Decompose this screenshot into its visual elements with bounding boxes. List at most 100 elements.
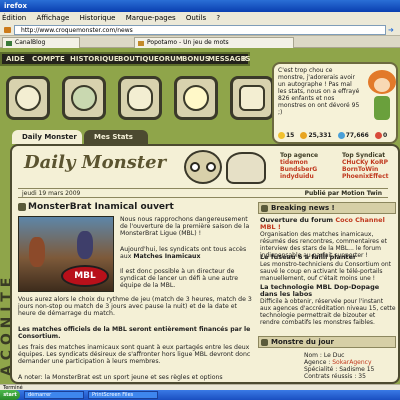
site-nav-historique[interactable]: HISTORIQUE <box>70 54 119 64</box>
article-paragraph: Nous nous rapprochons dangereusement de … <box>120 216 250 237</box>
avatar-body <box>374 96 390 120</box>
menu-tools[interactable]: Outils <box>186 14 206 22</box>
mbl-logo: MBL <box>61 265 109 287</box>
site-nav-compte[interactable]: COMPTE <box>32 54 65 64</box>
player-figure <box>29 237 45 267</box>
site-nav-forum[interactable]: FORUM <box>154 54 183 64</box>
article-paragraph: Les matches officiels de la MBL seront e… <box>18 326 251 340</box>
news-item: Le fuseau 6 a failli planter Les monstro… <box>260 253 396 283</box>
main-icon-row <box>0 70 280 130</box>
top-agence-name[interactable]: tidemon <box>280 159 340 166</box>
field-label: Agence : <box>304 359 331 366</box>
monster-mascot-icon <box>226 152 266 184</box>
menu-bookmarks[interactable]: Marque-pages <box>126 14 176 22</box>
menu-history[interactable]: Historique <box>80 14 116 22</box>
address-bar[interactable]: http://www.croquemonster.com/news <box>14 25 386 35</box>
news-title: Ouverture du forum Coco Channel MBL ! <box>260 217 396 231</box>
monster-face-icon <box>127 85 153 111</box>
news-item: La technologie MBL Dop-Dopage dans les l… <box>260 283 396 327</box>
monster-field: Spécialité : Sadisme 15 <box>304 366 396 373</box>
newspaper-title: Daily Monster <box>24 152 167 173</box>
start-button[interactable]: start <box>0 390 20 400</box>
top-agence: Top agence tidemon BundsberG indyduidu <box>280 152 340 180</box>
article-paragraph: Il est donc possible à un directeur de s… <box>120 268 239 289</box>
go-arrow-icon[interactable]: ➜ <box>388 26 394 34</box>
bubble-text: C'est trop chou ce monstre, j'adorerais … <box>278 67 360 116</box>
field-label: Spécialité : <box>304 366 338 373</box>
top-syndicat: Top Syndicat CHuCKy KoRP BornToWin Phoen… <box>342 152 398 180</box>
article-title-text: MonsterBrat Inamical ouvert <box>28 202 174 212</box>
tab-favicon-icon <box>6 41 12 46</box>
top-syndicat-name[interactable]: BornToWin <box>342 166 398 173</box>
globe-icon <box>71 85 97 111</box>
site-nav-bar: AIDE COMPTE HISTORIQUE BOUTIQUE FORUM BO… <box>0 52 251 66</box>
bullet-hex-icon <box>261 339 268 346</box>
world-map-icon[interactable] <box>62 76 106 120</box>
bullet-hex-icon <box>261 205 268 212</box>
monster-field: Contrats réussis : 35 <box>304 373 396 380</box>
site-nav-bonus[interactable]: BONUS <box>182 54 210 64</box>
monster-field: Agence : SokarAgency <box>304 359 396 366</box>
top-agence-name[interactable]: indyduidu <box>280 173 340 180</box>
field-value: 35 <box>358 373 366 380</box>
breaking-news-header: Breaking news ! <box>258 202 396 214</box>
navigation-toolbar: http://www.croquemonster.com/news ➜ <box>0 24 400 36</box>
tab-daily-monster[interactable]: Daily Monster <box>12 130 82 144</box>
browser-tab-popotamo[interactable]: Popotamo - Un jeu de mots <box>134 37 294 48</box>
article-paragraph: Aujourd'hui, les syndicats ont tous accè… <box>120 246 252 260</box>
monster-team-icon[interactable] <box>118 76 162 120</box>
taskbar: start démarrer PrintScreen Files <box>0 390 400 400</box>
browser-tab-canalblog[interactable]: CanalBlog <box>2 37 80 48</box>
masthead: Daily Monster <box>18 150 274 186</box>
site-nav-close[interactable]: X <box>242 54 247 64</box>
browser-tab-bar: CanalBlog Popotamo - Un jeu de mots <box>0 36 400 48</box>
top-syndicat-name[interactable]: PhoenixEffect <box>342 173 398 180</box>
monster-field: Nom : Le Duc <box>304 352 396 359</box>
menu-bar: Édition Affichage Historique Marque-page… <box>0 12 400 24</box>
newspaper-panel: Daily Monster Top agence tidemon Bundsbe… <box>10 144 400 384</box>
article-bold: Matches Inamicaux <box>133 253 201 260</box>
article-title: MonsterBrat Inamical ouvert <box>18 202 252 212</box>
tab-mes-stats[interactable]: Mes Stats <box>84 130 148 144</box>
syndicate-icon[interactable] <box>230 76 274 120</box>
bullet-hex-icon <box>18 202 26 211</box>
top-agence-heading: Top agence <box>280 152 319 159</box>
monster-of-day-details: Nom : Le Duc Agence : SokarAgency Spécia… <box>260 352 396 380</box>
main-article: MonsterBrat Inamical ouvert MBL Nous nou… <box>18 202 252 382</box>
monster-agency-icon[interactable] <box>6 76 50 120</box>
menu-view[interactable]: Affichage <box>36 14 69 22</box>
top-syndicat-heading: Top Syndicat <box>342 152 386 159</box>
article-image: MBL <box>18 216 114 292</box>
field-value: Le Duc <box>323 352 345 359</box>
taskbar-item-firefox[interactable]: démarrer <box>24 391 84 399</box>
window-title-bar: irefox <box>0 0 400 12</box>
section-tabs: Daily Monster Mes Stats <box>12 130 392 144</box>
field-value: Sadisme 15 <box>339 366 375 373</box>
site-nav-aide[interactable]: AIDE <box>6 54 25 64</box>
menu-help[interactable]: ? <box>216 14 220 22</box>
top-agence-name[interactable]: BundsberG <box>280 166 340 173</box>
news-title: La technologie MBL Dop-Dopage dans les l… <box>260 283 380 298</box>
croquemonster-logo-icon <box>184 150 222 184</box>
site-nav-boutique[interactable]: BOUTIQUE <box>118 54 159 64</box>
article-paragraph: A noter: la MonsterBrat est un sport jeu… <box>18 374 223 381</box>
taskbar-item-printscreen[interactable]: PrintScreen Files <box>88 391 158 399</box>
field-label: Contrats réussis : <box>304 373 357 380</box>
breaking-news-heading: Breaking news ! <box>271 204 335 212</box>
monster-of-day-heading: Monstre du jour <box>271 338 334 346</box>
house-icon <box>239 85 265 111</box>
browser-tab-label: Popotamo - Un jeu de mots <box>147 39 229 46</box>
news-text: Les monstro-techniciens du Consortium on… <box>260 261 391 282</box>
logo-eye-icon <box>190 162 200 172</box>
site-favicon-icon <box>4 27 11 33</box>
news-text: Difficile à obtenir, réservée pour l'ins… <box>260 298 396 326</box>
dateline: jeudi 19 mars 2009 Publié par Motion Twi… <box>18 188 388 198</box>
news-title: Le fuseau 6 a failli planter <box>260 253 357 261</box>
publish-date: jeudi 19 mars 2009 <box>22 190 81 197</box>
agency-logo-icon <box>15 85 41 111</box>
idea-bulb-icon[interactable] <box>174 76 218 120</box>
menu-edit[interactable]: Édition <box>2 14 26 22</box>
top-syndicat-name[interactable]: CHuCKy KoRP <box>342 159 398 166</box>
player-figure <box>77 231 93 259</box>
field-value[interactable]: SokarAgency <box>332 359 371 366</box>
